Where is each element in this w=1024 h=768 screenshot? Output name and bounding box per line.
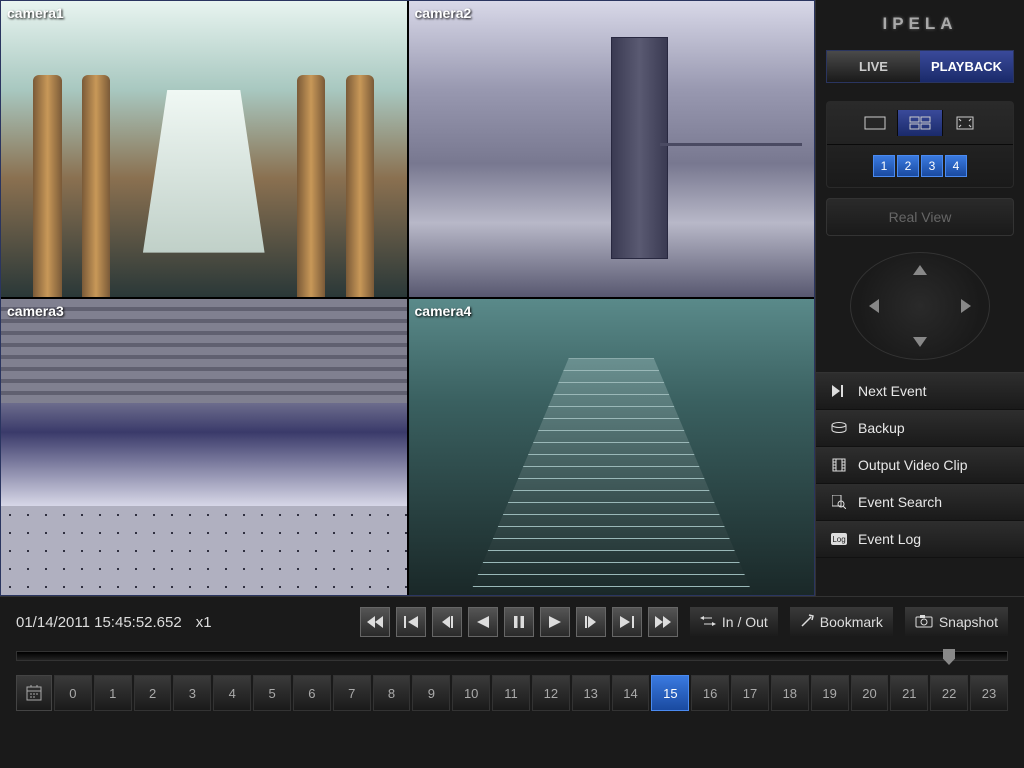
hour-5[interactable]: 5 bbox=[253, 675, 291, 711]
camera-label-3: camera3 bbox=[7, 303, 64, 319]
layout-fullscreen-button[interactable] bbox=[943, 110, 988, 136]
camera-icon bbox=[915, 614, 933, 631]
hour-18[interactable]: 18 bbox=[771, 675, 809, 711]
transport-controls: 01/14/2011 15:45:52.652 x1 In / Out Book… bbox=[0, 597, 1024, 645]
fast-forward-button[interactable] bbox=[648, 607, 678, 637]
svg-text:Log: Log bbox=[832, 535, 845, 544]
hour-11[interactable]: 11 bbox=[492, 675, 530, 711]
hour-6[interactable]: 6 bbox=[293, 675, 331, 711]
layout-controls: 1 2 3 4 bbox=[826, 101, 1014, 188]
hour-7[interactable]: 7 bbox=[333, 675, 371, 711]
ptz-up-button[interactable] bbox=[913, 265, 927, 275]
hour-17[interactable]: 17 bbox=[731, 675, 769, 711]
ptz-left-button[interactable] bbox=[869, 299, 879, 313]
hour-13[interactable]: 13 bbox=[572, 675, 610, 711]
bookmark-label: Bookmark bbox=[820, 614, 883, 630]
hour-15[interactable]: 15 bbox=[651, 675, 689, 711]
hour-3[interactable]: 3 bbox=[173, 675, 211, 711]
bookmark-button[interactable]: Bookmark bbox=[790, 607, 893, 637]
camera-tile-2[interactable]: camera2 bbox=[409, 1, 815, 297]
camera-label-1: camera1 bbox=[7, 5, 64, 21]
fast-rewind-button[interactable] bbox=[360, 607, 390, 637]
bookmark-icon bbox=[800, 614, 814, 631]
video-grid: camera1 camera2 camera3 camera4 bbox=[0, 0, 815, 596]
hour-0[interactable]: 0 bbox=[54, 675, 92, 711]
play-button[interactable] bbox=[540, 607, 570, 637]
mode-tabs: LIVE PLAYBACK bbox=[826, 50, 1014, 83]
next-button[interactable] bbox=[612, 607, 642, 637]
backup-icon bbox=[830, 421, 848, 435]
event-log-button[interactable]: Log Event Log bbox=[816, 521, 1024, 558]
ptz-control bbox=[850, 252, 990, 360]
step-back-button[interactable] bbox=[432, 607, 462, 637]
next-event-button[interactable]: Next Event bbox=[816, 373, 1024, 410]
backup-button[interactable]: Backup bbox=[816, 410, 1024, 447]
log-icon: Log bbox=[830, 532, 848, 546]
pause-button[interactable] bbox=[504, 607, 534, 637]
hour-22[interactable]: 22 bbox=[930, 675, 968, 711]
action-list: Next Event Backup Output Video Clip Even… bbox=[816, 372, 1024, 558]
snapshot-button[interactable]: Snapshot bbox=[905, 607, 1008, 637]
camera-select-1[interactable]: 1 bbox=[873, 155, 895, 177]
camera-tile-1[interactable]: camera1 bbox=[1, 1, 407, 297]
hour-10[interactable]: 10 bbox=[452, 675, 490, 711]
event-log-label: Event Log bbox=[858, 531, 921, 547]
hour-9[interactable]: 9 bbox=[412, 675, 450, 711]
playback-speed: x1 bbox=[196, 614, 212, 631]
film-icon bbox=[830, 458, 848, 472]
event-search-label: Event Search bbox=[858, 494, 942, 510]
tab-playback[interactable]: PLAYBACK bbox=[920, 51, 1013, 82]
hour-selector: 01234567891011121314151617181920212223 bbox=[16, 675, 1008, 711]
hour-21[interactable]: 21 bbox=[890, 675, 928, 711]
hour-1[interactable]: 1 bbox=[94, 675, 132, 711]
play-reverse-button[interactable] bbox=[468, 607, 498, 637]
hour-4[interactable]: 4 bbox=[213, 675, 251, 711]
camera-label-2: camera2 bbox=[415, 5, 472, 21]
next-event-label: Next Event bbox=[858, 383, 926, 399]
tab-live[interactable]: LIVE bbox=[827, 51, 920, 82]
playback-timestamp: 01/14/2011 15:45:52.652 bbox=[16, 614, 182, 631]
hour-16[interactable]: 16 bbox=[691, 675, 729, 711]
step-forward-button[interactable] bbox=[576, 607, 606, 637]
prev-button[interactable] bbox=[396, 607, 426, 637]
camera-select-2[interactable]: 2 bbox=[897, 155, 919, 177]
camera-number-row: 1 2 3 4 bbox=[827, 145, 1013, 187]
ptz-down-button[interactable] bbox=[913, 337, 927, 347]
sidebar: IPELA LIVE PLAYBACK 1 2 3 4 Real View bbox=[815, 0, 1024, 596]
output-clip-button[interactable]: Output Video Clip bbox=[816, 447, 1024, 484]
layout-quad-button[interactable] bbox=[898, 110, 943, 136]
in-out-label: In / Out bbox=[722, 614, 768, 630]
camera-label-4: camera4 bbox=[415, 303, 472, 319]
real-view-button[interactable]: Real View bbox=[826, 198, 1014, 236]
brand-logo: IPELA bbox=[816, 0, 1024, 44]
hour-19[interactable]: 19 bbox=[811, 675, 849, 711]
output-clip-label: Output Video Clip bbox=[858, 457, 967, 473]
hour-8[interactable]: 8 bbox=[373, 675, 411, 711]
timeline-marker[interactable] bbox=[943, 649, 955, 665]
in-out-button[interactable]: In / Out bbox=[690, 607, 778, 637]
next-event-icon bbox=[830, 384, 848, 398]
snapshot-label: Snapshot bbox=[939, 614, 998, 630]
layout-single-button[interactable] bbox=[853, 110, 898, 136]
event-search-button[interactable]: Event Search bbox=[816, 484, 1024, 521]
hour-2[interactable]: 2 bbox=[134, 675, 172, 711]
hour-20[interactable]: 20 bbox=[851, 675, 889, 711]
camera-select-3[interactable]: 3 bbox=[921, 155, 943, 177]
camera-tile-3[interactable]: camera3 bbox=[1, 299, 407, 595]
playback-bar: 01/14/2011 15:45:52.652 x1 In / Out Book… bbox=[0, 596, 1024, 768]
search-icon bbox=[830, 495, 848, 509]
inout-icon bbox=[700, 614, 716, 631]
calendar-button[interactable] bbox=[16, 675, 52, 711]
ptz-right-button[interactable] bbox=[961, 299, 971, 313]
timeline-track[interactable] bbox=[16, 651, 1008, 661]
camera-select-4[interactable]: 4 bbox=[945, 155, 967, 177]
hour-23[interactable]: 23 bbox=[970, 675, 1008, 711]
hour-12[interactable]: 12 bbox=[532, 675, 570, 711]
camera-tile-4[interactable]: camera4 bbox=[409, 299, 815, 595]
hour-14[interactable]: 14 bbox=[612, 675, 650, 711]
backup-label: Backup bbox=[858, 420, 905, 436]
